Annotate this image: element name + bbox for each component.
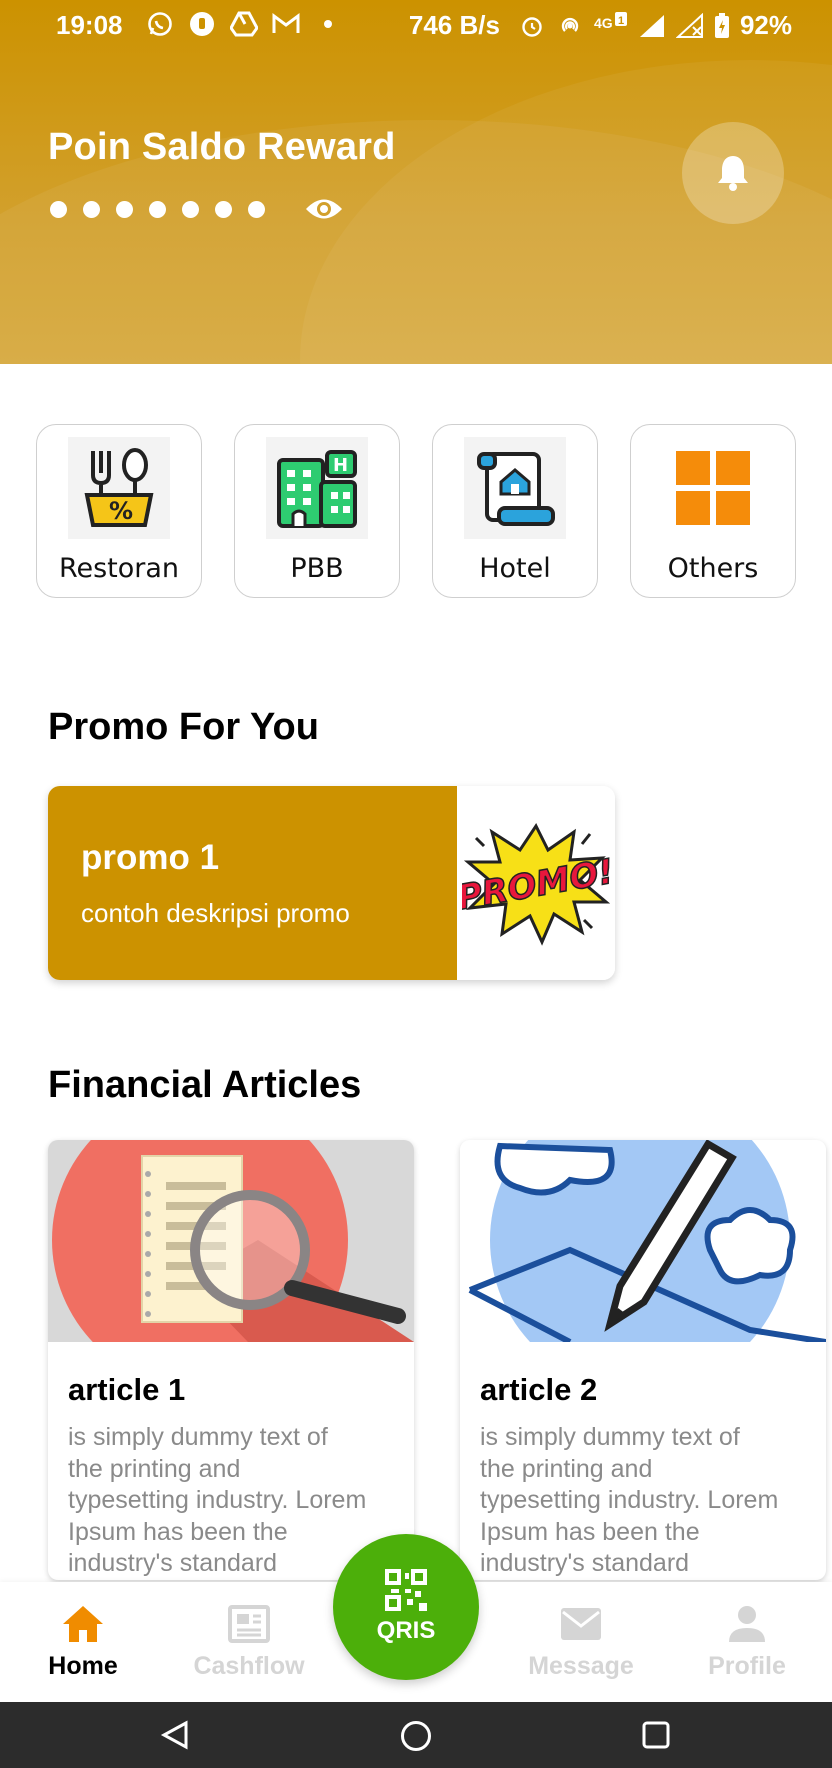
battery-icon <box>714 12 730 40</box>
network-speed: 746 B/s <box>408 10 500 40</box>
restaurant-icon: % <box>68 437 170 539</box>
article-card[interactable]: article 1 is simply dummy text of the pr… <box>48 1140 414 1580</box>
articles-section-title: Financial Articles <box>48 1064 362 1106</box>
gmail-icon <box>272 10 300 38</box>
notification-button[interactable] <box>682 122 784 224</box>
grid-icon <box>662 437 764 539</box>
category-label: Others <box>667 553 759 584</box>
article-title: article 2 <box>480 1372 598 1407</box>
home-icon <box>63 1606 103 1642</box>
recents-icon[interactable] <box>641 1720 671 1755</box>
article-excerpt: is simply dummy text of the printing and… <box>480 1423 779 1577</box>
articles-list: article 1 is simply dummy text of the pr… <box>48 1140 826 1580</box>
newspaper-icon <box>228 1605 270 1643</box>
header: 19:08 746 B/s 4G 1 92% Poin Saldo Reward <box>0 0 832 364</box>
signal-icon <box>638 12 666 40</box>
whatsapp-icon <box>146 10 174 38</box>
category-others[interactable]: Others <box>630 424 796 598</box>
mask-dot <box>116 200 133 218</box>
reward-title: Poin Saldo Reward <box>48 126 396 168</box>
mask-dot <box>182 200 199 218</box>
category-pbb[interactable]: H PBB <box>234 424 400 598</box>
category-hotel[interactable]: Hotel <box>432 424 598 598</box>
promo-section-title: Promo For You <box>48 706 319 748</box>
nav-cashflow[interactable]: Cashflow <box>166 1604 332 1681</box>
promo-image: PROMO! <box>457 786 615 980</box>
qris-button[interactable]: QRIS <box>333 1534 479 1680</box>
signal-2-icon <box>675 12 704 40</box>
category-restoran[interactable]: % Restoran <box>36 424 202 598</box>
promo-title: promo 1 <box>81 838 220 877</box>
category-row: % Restoran H PBB Hotel Others <box>36 424 796 598</box>
article-image <box>48 1140 414 1342</box>
category-label: Hotel <box>479 553 551 584</box>
hotspot-icon <box>556 12 584 40</box>
mask-dot <box>50 200 67 218</box>
qris-label: QRIS <box>376 1617 436 1644</box>
nav-label: Message <box>528 1652 634 1680</box>
building-icon: H <box>266 437 368 539</box>
nav-profile[interactable]: Profile <box>664 1604 830 1681</box>
article-image <box>460 1140 826 1342</box>
app-icon <box>188 10 216 38</box>
hotel-icon <box>464 437 566 539</box>
mask-dot <box>215 200 232 218</box>
nav-label: Home <box>48 1652 118 1680</box>
article-title: article 1 <box>68 1372 186 1407</box>
system-nav-bar <box>0 1702 832 1768</box>
category-label: PBB <box>290 553 344 584</box>
nav-label: Cashflow <box>193 1652 305 1680</box>
status-time: 19:08 <box>56 10 123 40</box>
mask-dot <box>83 200 100 218</box>
dot-icon <box>314 10 342 38</box>
category-label: Restoran <box>58 553 180 584</box>
nav-label: Profile <box>708 1652 786 1680</box>
nav-home[interactable]: Home <box>0 1604 166 1681</box>
person-icon <box>729 1606 765 1642</box>
svg-text:H: H <box>333 455 348 476</box>
article-card[interactable]: article 2 is simply dummy text of the pr… <box>460 1140 826 1580</box>
article-excerpt: is simply dummy text of the printing and… <box>68 1423 367 1577</box>
bell-icon <box>718 156 748 191</box>
svg-text:4G: 4G <box>594 15 613 31</box>
mail-icon <box>561 1608 601 1640</box>
alarm-icon <box>518 12 546 40</box>
masked-balance <box>50 196 343 222</box>
mask-dot <box>149 200 166 218</box>
nav-message[interactable]: Message <box>498 1604 664 1681</box>
qr-icon <box>385 1569 427 1611</box>
drive-icon <box>230 10 258 38</box>
status-bar: 19:08 746 B/s 4G 1 92% <box>0 0 832 50</box>
home-circle-icon[interactable] <box>400 1720 432 1757</box>
promo-description: contoh deskripsi promo <box>81 898 350 928</box>
eye-icon[interactable] <box>305 196 343 222</box>
promo-card[interactable]: promo 1 contoh deskripsi promo PROMO! <box>48 786 615 980</box>
svg-text:1: 1 <box>618 15 624 27</box>
svg-text:%: % <box>109 497 133 525</box>
mask-dot <box>248 200 265 218</box>
battery-level: 92% <box>739 10 792 40</box>
4g-icon: 4G 1 <box>594 11 628 40</box>
back-icon[interactable] <box>160 1720 190 1755</box>
